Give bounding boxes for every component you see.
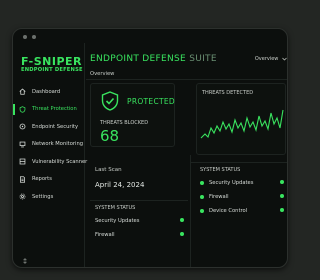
status-row-label: Security Updates [95, 218, 140, 224]
shield-check-icon [101, 91, 119, 111]
page-title-thin: SUITE [189, 54, 217, 64]
sidebar-item-vulnerability-scanner[interactable]: Vulnerability Scanner [13, 153, 88, 171]
status-ok-dot [200, 209, 204, 213]
home-icon [19, 88, 26, 95]
status-ok-dot [180, 218, 184, 222]
status-ok-dot [280, 194, 284, 198]
sidebar-item-threat-protection[interactable]: Threat Protection [13, 101, 85, 119]
active-indicator [13, 103, 15, 115]
sidebar-item-network-monitoring[interactable]: Network Monitoring [13, 136, 85, 154]
status-row-device-control: Device Control [200, 208, 247, 214]
app-window: F-SNIPER ENDPOINT DEFENSE Dashboard Thre… [12, 28, 288, 268]
collapse-icon[interactable] [22, 249, 28, 264]
header-divider [86, 79, 287, 80]
threats-detected-card[interactable]: THREATS DETECTED [196, 83, 286, 155]
status-ok-dot [180, 232, 184, 236]
protection-status-card: PROTECTED THREATS BLOCKED 68 [90, 83, 175, 147]
lock-icon [19, 123, 26, 130]
page-title: ENDPOINT DEFENSE SUITE [90, 54, 217, 64]
status-ok-dot [200, 181, 204, 185]
sidebar-item-endpoint-security[interactable]: Endpoint Security [13, 118, 85, 136]
page-title-bold: ENDPOINT DEFENSE [90, 54, 187, 64]
section-divider [191, 162, 287, 163]
sidebar-item-label: Dashboard [32, 88, 61, 95]
status-row-security-updates: Security Updates [95, 218, 139, 224]
status-ok-dot [280, 208, 284, 212]
status-ok-dot [200, 195, 204, 199]
threats-detected-sparkline [200, 109, 284, 139]
view-select-label: Overview [254, 56, 279, 62]
sidebar-item-label: Endpoint Security [32, 123, 79, 130]
sidebar-nav: Dashboard Threat Protection Endpoint Sec… [13, 83, 88, 206]
last-scan-date: April 24, 2024 [95, 181, 145, 189]
status-row-label: Firewall [95, 232, 115, 238]
sidebar-item-label: Settings [32, 193, 54, 200]
last-scan-label: Last Scan [95, 167, 122, 173]
sidebar: F-SNIPER ENDPOINT DEFENSE Dashboard Thre… [13, 43, 88, 267]
system-status-title: SYSTEM STATUS [200, 167, 241, 173]
view-select[interactable]: Overview [255, 56, 287, 62]
sidebar-item-settings[interactable]: Settings [13, 188, 85, 206]
breadcrumb: Overview [90, 71, 115, 77]
chevron-down-icon [280, 56, 287, 62]
system-status-title: SYSTEM STATUS [95, 205, 136, 211]
threats-blocked-label: THREATS BLOCKED [100, 120, 149, 126]
status-label: PROTECTED [127, 97, 175, 106]
status-row-firewall: Firewall [95, 232, 115, 238]
scanner-icon [19, 158, 26, 165]
brand-tagline: ENDPOINT DEFENSE [21, 67, 83, 73]
shield-icon [19, 106, 26, 113]
window-dot-icon[interactable] [23, 35, 27, 39]
main-panel: ENDPOINT DEFENSE SUITE Overview Overview… [86, 43, 287, 267]
status-row-label: Firewall [209, 194, 229, 200]
sidebar-item-label: Network Monitoring [32, 141, 84, 148]
sidebar-item-reports[interactable]: Reports [13, 171, 85, 189]
reports-icon [19, 176, 26, 183]
threats-detected-label: THREATS DETECTED [202, 90, 254, 96]
status-row-label: Device Control [209, 208, 248, 214]
sidebar-item-label: Reports [32, 176, 52, 183]
threats-blocked-value: 68 [100, 127, 120, 145]
sidebar-item-label: Threat Protection [32, 106, 77, 113]
network-icon [19, 141, 26, 148]
status-row-label: Security Updates [209, 180, 254, 186]
status-row-firewall: Firewall [200, 194, 229, 200]
window-controls [23, 35, 36, 39]
sidebar-item-label: Vulnerability Scanner [32, 158, 88, 165]
window-dot-icon[interactable] [32, 35, 36, 39]
status-row-security-updates: Security Updates [200, 180, 253, 186]
vertical-divider [190, 155, 191, 267]
status-ok-dot [280, 180, 284, 184]
gear-icon [19, 193, 26, 200]
sidebar-item-dashboard[interactable]: Dashboard [13, 83, 85, 101]
section-divider [90, 200, 188, 201]
